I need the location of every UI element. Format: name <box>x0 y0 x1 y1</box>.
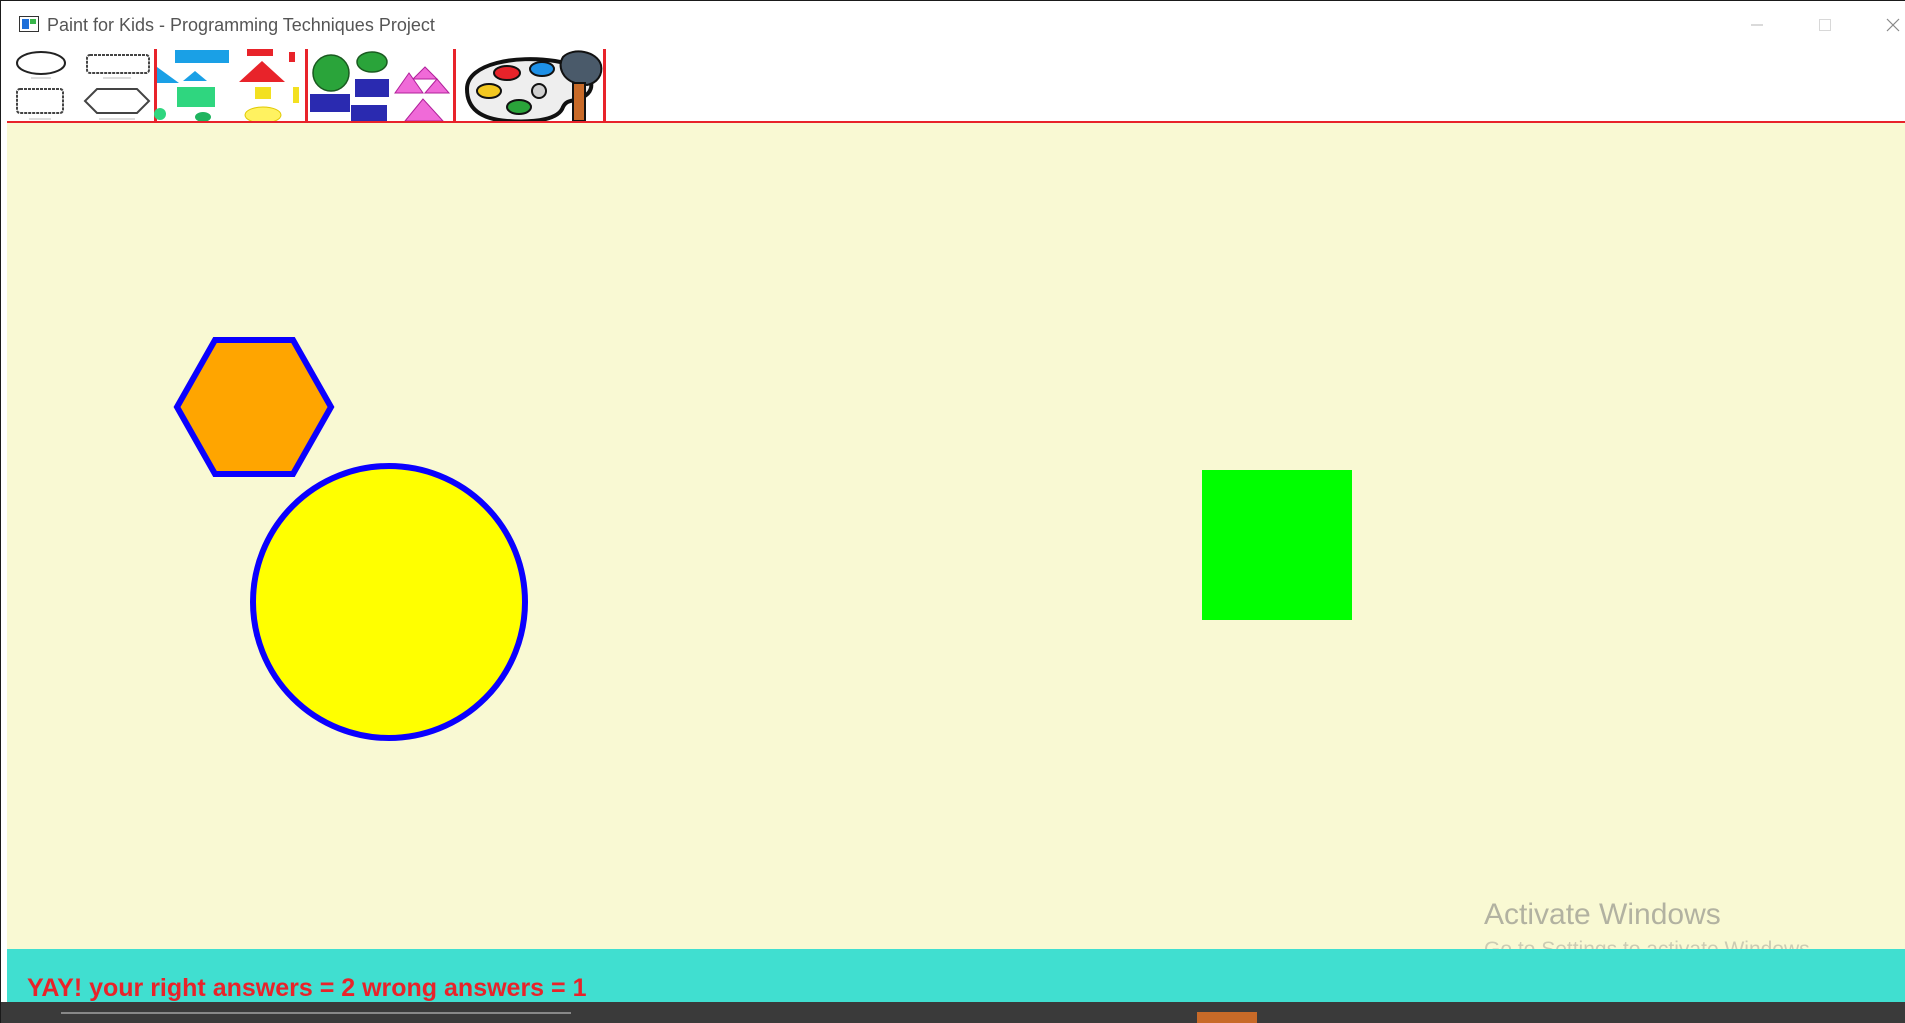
toolbar-separator <box>453 49 456 123</box>
taskbar-strip <box>1 1002 1905 1023</box>
toolbar-separator <box>603 49 606 123</box>
app-window: Paint for Kids - Programming Techniques … <box>0 0 1905 1023</box>
hexagon-shape[interactable] <box>173 337 335 477</box>
mixed-shapes-icon <box>310 51 451 123</box>
minimize-button[interactable] <box>1737 9 1777 41</box>
pick-by-type-tool[interactable] <box>154 50 229 122</box>
circle-shape[interactable] <box>250 463 528 741</box>
maximize-button[interactable] <box>1805 9 1845 41</box>
shape-outlines-icon <box>16 51 151 120</box>
square-shape[interactable] <box>1202 470 1352 620</box>
close-button[interactable] <box>1873 9 1905 41</box>
palette-brush-icon <box>464 50 603 123</box>
title-bar[interactable]: Paint for Kids - Programming Techniques … <box>1 1 1905 49</box>
pick-by-color-tool[interactable] <box>239 49 299 123</box>
app-icon <box>19 16 39 32</box>
drawing-canvas[interactable]: Activate Windows Go to Settings to activ… <box>7 123 1905 961</box>
maximize-icon <box>1819 19 1831 31</box>
close-icon <box>1886 18 1900 32</box>
taskbar-item-active[interactable] <box>1197 1012 1257 1023</box>
status-message: YAY! your right answers = 2 wrong answer… <box>27 974 587 1002</box>
palette-tool[interactable] <box>464 50 603 123</box>
canvas-shapes <box>173 337 1352 741</box>
status-bar: YAY! your right answers = 2 wrong answer… <box>7 949 1905 1002</box>
activation-watermark-title: Activate Windows <box>1484 898 1721 931</box>
pick-by-type-and-color-tool[interactable] <box>310 51 451 123</box>
toolbar <box>16 49 606 123</box>
shape-types-tool[interactable] <box>16 51 151 120</box>
colored-shapes-icon <box>239 49 299 123</box>
blue-shapes-icon <box>154 50 229 122</box>
taskbar-item[interactable] <box>61 1012 571 1014</box>
minimize-icon <box>1751 24 1763 26</box>
window-title: Paint for Kids - Programming Techniques … <box>47 15 435 35</box>
toolbar-separator <box>305 49 308 123</box>
